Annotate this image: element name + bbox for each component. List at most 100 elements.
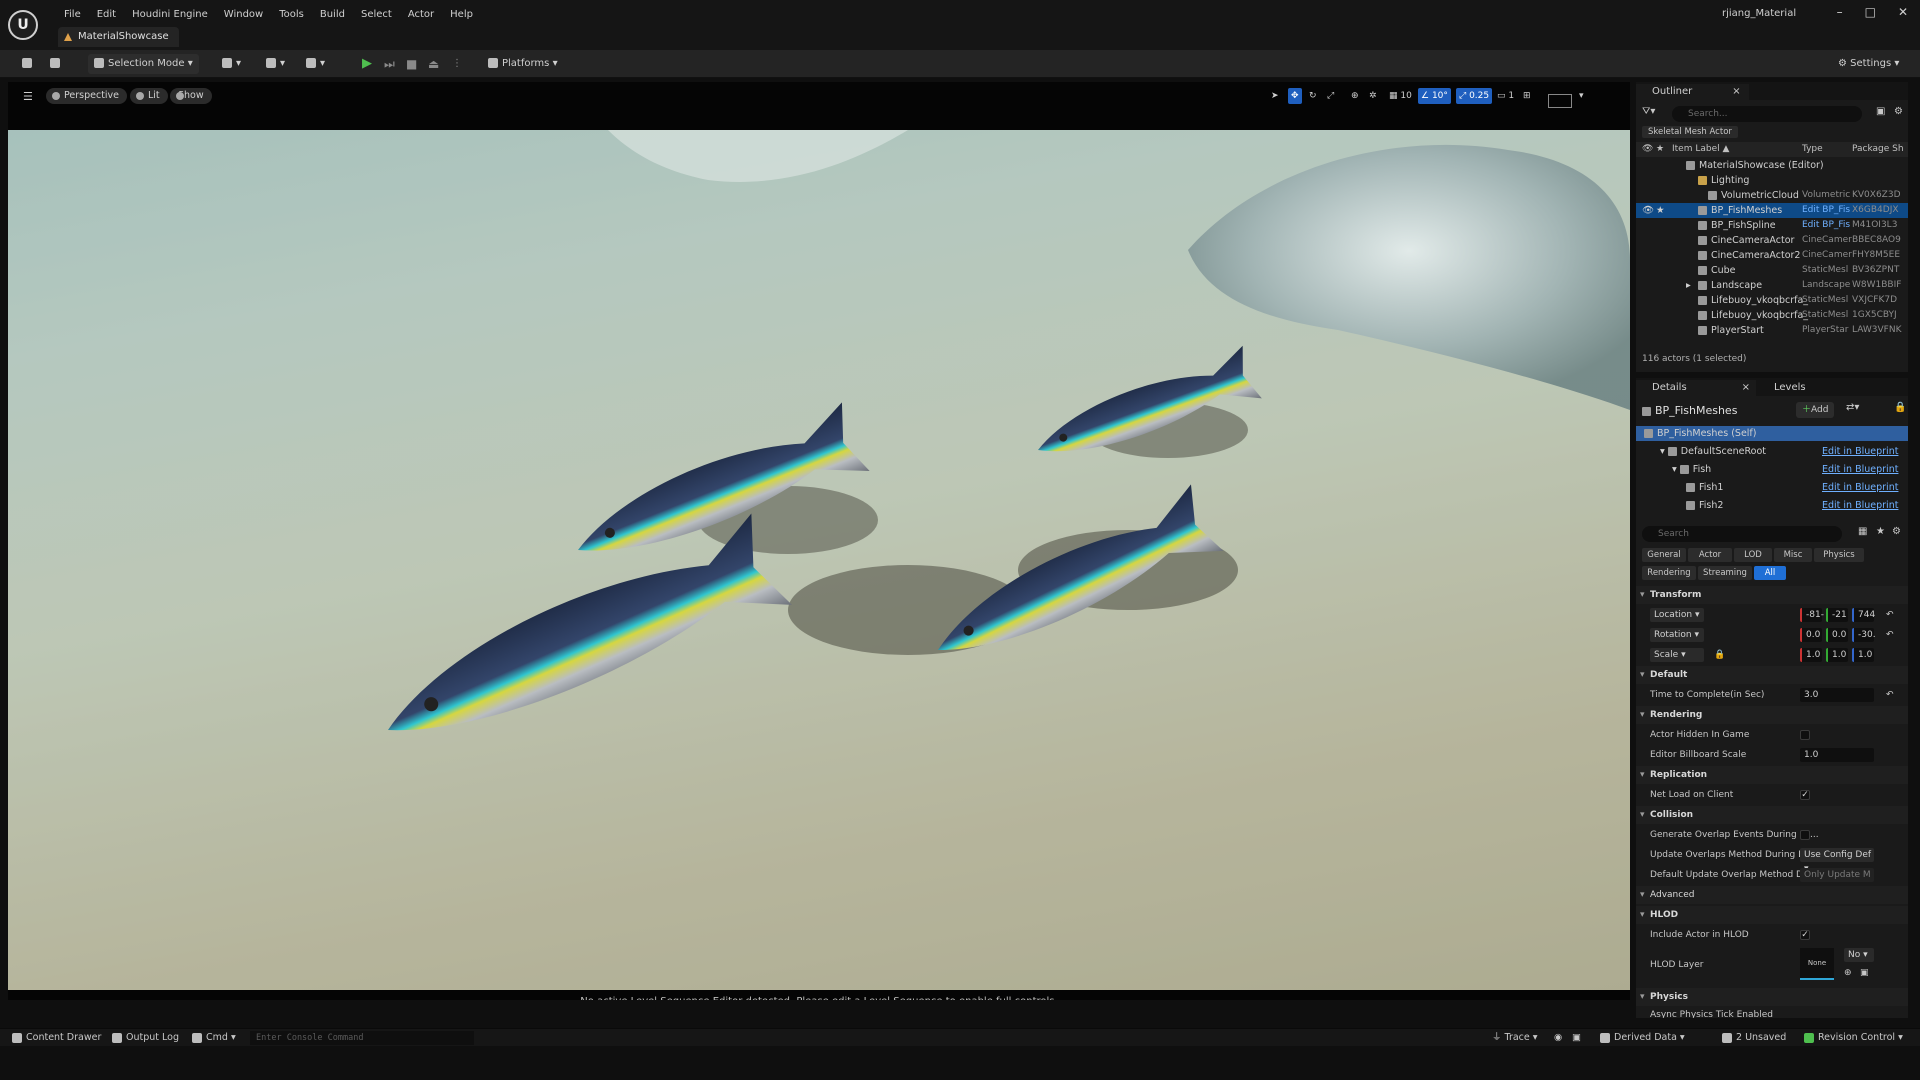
scene-render[interactable] [8, 130, 1630, 990]
component-row[interactable]: Fish1 Edit in Blueprint [1636, 480, 1908, 495]
scale-x-input[interactable]: 1.0 [1800, 648, 1822, 662]
section-rendering[interactable]: Rendering [1636, 706, 1908, 724]
edit-in-blueprint-link[interactable]: Edit in Blueprint [1822, 444, 1898, 459]
menu-select[interactable]: Select [353, 8, 400, 22]
row-type-link[interactable]: Edit BP_Fis [1802, 203, 1852, 218]
reset-rotation-icon[interactable]: ↶ [1886, 626, 1894, 644]
rotation-z-input[interactable]: -30. [1852, 628, 1876, 642]
filter-tab-misc[interactable]: Misc [1774, 548, 1812, 562]
location-mode-dropdown[interactable]: Location ▾ [1650, 608, 1704, 622]
layout-icon[interactable]: ⊞ [1520, 88, 1534, 104]
viewport-layout-icon[interactable] [1548, 94, 1572, 108]
add-component-button[interactable]: ＋Add [1796, 402, 1835, 418]
net-load-checkbox[interactable] [1800, 790, 1810, 800]
outliner-row[interactable]: ▸ Landscape Landscape W8W1BBIF [1636, 278, 1908, 293]
include-in-hlod-checkbox[interactable] [1800, 930, 1810, 940]
minimize-button[interactable]: – [1837, 5, 1843, 19]
menu-file[interactable]: File [56, 8, 89, 22]
menu-window[interactable]: Window [216, 8, 271, 22]
hlod-layer-dropdown[interactable]: No ▾ [1844, 948, 1874, 962]
output-log-button[interactable]: Output Log [112, 1031, 179, 1045]
outliner-settings-icon[interactable]: ⚙ [1894, 106, 1903, 117]
location-z-input[interactable]: 744 [1852, 608, 1875, 622]
menu-build[interactable]: Build [312, 8, 353, 22]
scale-y-input[interactable]: 1.0 [1826, 648, 1848, 662]
add-folder-icon[interactable]: ▣ [1876, 106, 1885, 117]
add-actor-button[interactable]: ▾ [216, 54, 247, 74]
close-button[interactable]: ✕ [1898, 5, 1908, 19]
component-row[interactable]: ▾ DefaultSceneRoot Edit in Blueprint [1636, 444, 1908, 459]
menu-edit[interactable]: Edit [89, 8, 124, 22]
star-icon[interactable]: ★ [1656, 203, 1665, 218]
filter-icon[interactable]: ⛛▾ [1642, 106, 1655, 117]
select-tool-icon[interactable]: ➤ [1268, 88, 1282, 104]
play-button[interactable]: ▶ [356, 54, 378, 74]
camera-speed-button[interactable]: ▭ 1 [1494, 88, 1517, 104]
section-default[interactable]: Default [1636, 666, 1908, 684]
level-tab[interactable]: MaterialShowcase [58, 27, 179, 47]
level-viewport[interactable]: ☰ Perspective Lit Show ➤ ✥ ↻ ⤢ ⊕ ✲ ▦ 10 … [8, 82, 1630, 1000]
scale-tool-icon[interactable]: ⤢ [1324, 88, 1337, 104]
rotation-y-input[interactable]: 0.0 [1826, 628, 1848, 642]
translate-tool-icon[interactable]: ✥ [1288, 88, 1302, 104]
filter-tab-physics[interactable]: Physics [1814, 548, 1864, 562]
derived-data-button[interactable]: Derived Data ▾ [1600, 1031, 1685, 1045]
perspective-button[interactable]: Perspective [46, 88, 128, 104]
section-advanced[interactable]: Advanced [1636, 886, 1908, 904]
unsaved-button[interactable]: 2 Unsaved [1722, 1031, 1786, 1045]
row-type-link[interactable]: Edit BP_Fis [1802, 218, 1852, 233]
maximize-button[interactable]: □ [1865, 5, 1876, 19]
favorites-star-icon[interactable]: ★ [1876, 526, 1885, 537]
console-command-input[interactable]: Enter Console Command [250, 1031, 474, 1045]
outliner-row[interactable]: Lifebuoy_vkoqbcrfa_ StaticMesl 1GX5CBYJ [1636, 308, 1908, 323]
reset-time-icon[interactable]: ↶ [1886, 686, 1894, 704]
section-transform[interactable]: Transform [1636, 586, 1908, 604]
scale-mode-dropdown[interactable]: Scale ▾ [1650, 648, 1704, 662]
stop-button[interactable]: ■ [400, 54, 423, 74]
step-button[interactable]: ⏭ [378, 54, 401, 74]
outliner-row[interactable]: BP_FishSpline Edit BP_Fis M41OI3L3 [1636, 218, 1908, 233]
outliner-row[interactable]: CineCameraActor2 CineCamer FHY8M5EE [1636, 248, 1908, 263]
world-space-icon[interactable]: ⊕ [1348, 88, 1362, 104]
filter-tab-general[interactable]: General [1642, 548, 1686, 562]
record-icon[interactable]: ◉ [1554, 1031, 1562, 1045]
component-row[interactable]: Fish2 Edit in Blueprint [1636, 498, 1908, 513]
content-drawer-button[interactable]: Content Drawer [12, 1031, 101, 1045]
filter-tab-actor[interactable]: Actor [1688, 548, 1732, 562]
outliner-search-input[interactable]: Search... [1672, 106, 1862, 122]
play-options-button[interactable]: ⋮ [446, 54, 468, 74]
filter-tab-all[interactable]: All [1754, 566, 1786, 580]
edit-in-blueprint-link[interactable]: Edit in Blueprint [1822, 498, 1898, 513]
details-settings-icon[interactable]: ⚙ [1892, 526, 1901, 537]
location-x-input[interactable]: -81- [1800, 608, 1824, 622]
save-button[interactable] [16, 54, 42, 74]
settings-button[interactable]: ⚙ Settings ▾ [1832, 54, 1905, 74]
rotate-tool-icon[interactable]: ↻ [1306, 88, 1320, 104]
time-to-complete-input[interactable]: 3.0 [1800, 688, 1874, 702]
outliner-row[interactable]: Cube StaticMesl BV36ZPNT [1636, 263, 1908, 278]
outliner-row[interactable]: Lifebuoy_vkoqbcrfa_ StaticMesl VXJCFK7D [1636, 293, 1908, 308]
show-button[interactable]: Show [170, 88, 212, 104]
edit-in-blueprint-link[interactable]: Edit in Blueprint [1822, 480, 1898, 495]
blueprint-button[interactable]: ▾ [260, 54, 291, 74]
browse-icon[interactable]: ▣ [1860, 964, 1869, 982]
outliner-row[interactable]: PlayerStart PlayerStar LAW3VFNK [1636, 323, 1908, 338]
blueprint-options-icon[interactable]: ⇄▾ [1846, 402, 1859, 413]
platforms-dropdown[interactable]: Platforms ▾ [482, 54, 564, 74]
billboard-scale-input[interactable]: 1.0 [1800, 748, 1874, 762]
filter-tab-rendering[interactable]: Rendering [1642, 566, 1696, 580]
selection-mode-dropdown[interactable]: Selection Mode ▾ [88, 54, 199, 74]
rotation-x-input[interactable]: 0.0 [1800, 628, 1822, 642]
details-tab[interactable]: Details × [1636, 380, 1756, 396]
filter-chip[interactable]: Skeletal Mesh Actor [1642, 126, 1738, 138]
cmd-dropdown[interactable]: Cmd ▾ [192, 1031, 236, 1045]
section-physics[interactable]: Physics [1636, 988, 1908, 1006]
outliner-row[interactable]: VolumetricCloud Volumetric KV0X6Z3D [1636, 188, 1908, 203]
menu-help[interactable]: Help [442, 8, 481, 22]
details-search-input[interactable]: Search [1642, 526, 1842, 542]
outliner-row[interactable]: CineCameraActor CineCamer BBEC8AO9 [1636, 233, 1908, 248]
column-item-label[interactable]: Item Label ▲ [1672, 142, 1729, 157]
outliner-row-selected[interactable]: 👁 ★ BP_FishMeshes Edit BP_Fis X6GB4DJX [1636, 203, 1908, 218]
menu-actor[interactable]: Actor [400, 8, 442, 22]
star-icon[interactable]: ★ [1656, 142, 1664, 157]
